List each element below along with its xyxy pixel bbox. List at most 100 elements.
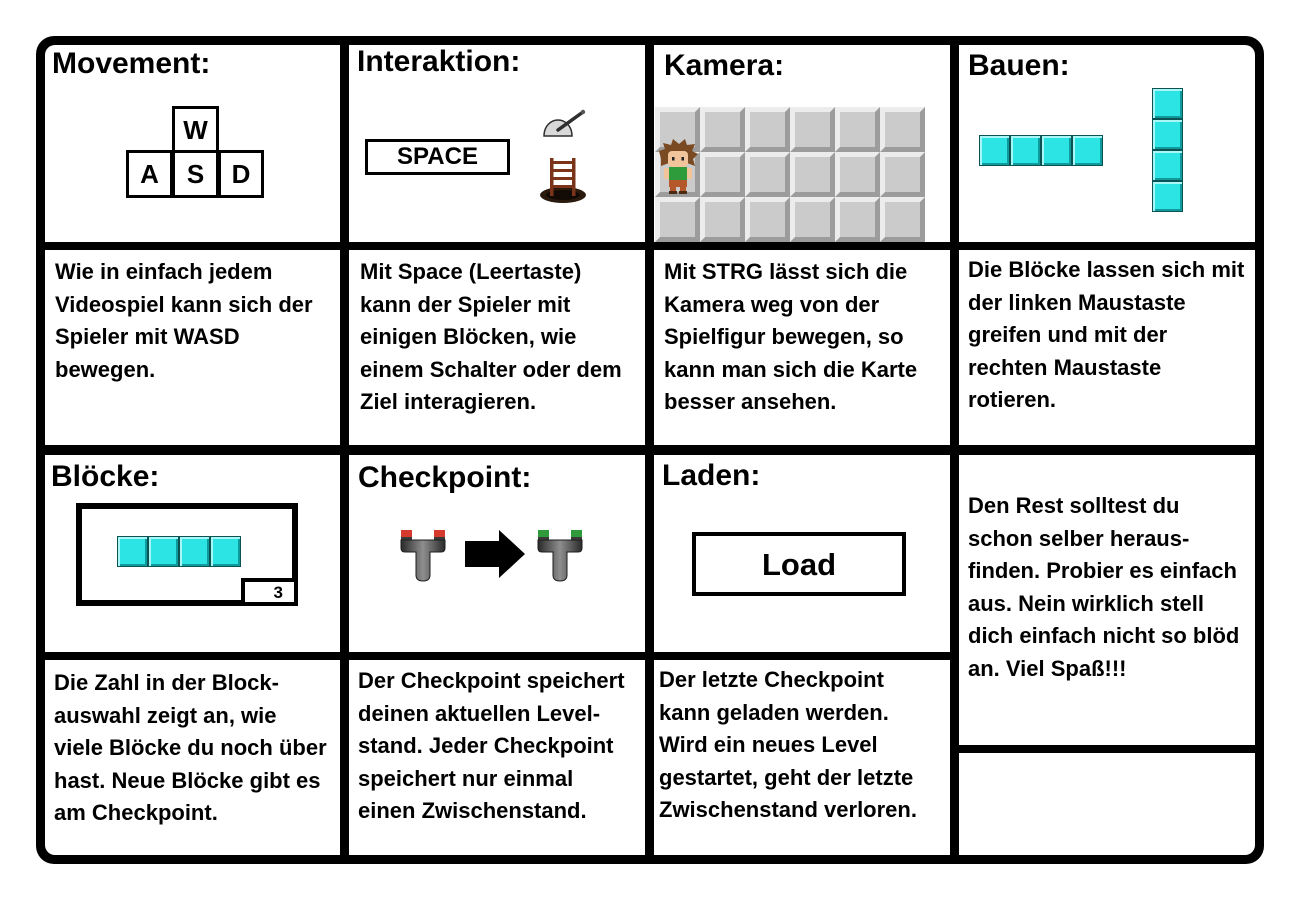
interaction-title: Interaktion: bbox=[357, 45, 521, 78]
vertical-block-piece-icon bbox=[1152, 88, 1183, 212]
description-line: kann man sich die Karte bbox=[664, 356, 918, 382]
description-line: deinen aktuellen Level- bbox=[358, 700, 601, 726]
load-description: Der letzte Checkpoint kann geladen werde… bbox=[659, 664, 917, 827]
load-title: Laden: bbox=[662, 459, 761, 492]
block-icon bbox=[979, 135, 1010, 166]
description-line: Spielfigur bewegen, so bbox=[664, 324, 904, 349]
description-line: gestartet, geht der letzte bbox=[659, 764, 914, 790]
rest-text-cell: Den Rest solltest du schon selber heraus… bbox=[959, 455, 1255, 745]
description-line: aus. Nein wirklich stell bbox=[968, 590, 1204, 616]
selected-block-piece-icon bbox=[117, 536, 241, 567]
blocks-illustration-cell: Blöcke: 3 bbox=[45, 455, 340, 652]
description-line: auswahl zeigt an, wie bbox=[54, 702, 277, 728]
floor-tile-icon bbox=[790, 107, 835, 152]
camera-illustration-cell: Kamera: bbox=[654, 45, 950, 242]
block-icon bbox=[210, 536, 241, 567]
description-line: rechten Maustaste bbox=[968, 354, 1162, 380]
player-character-icon bbox=[659, 139, 698, 194]
checkpoint-inactive-icon bbox=[400, 530, 446, 582]
key-a: A bbox=[126, 150, 173, 198]
description-line: greifen und mit der bbox=[968, 322, 1168, 347]
description-line: Wird ein neues Level bbox=[659, 732, 878, 757]
building-illustration-cell: Bauen: bbox=[959, 45, 1255, 242]
floor-tile-icon bbox=[880, 152, 925, 197]
description-line: rotieren. bbox=[968, 387, 1057, 412]
floor-tile-icon bbox=[835, 107, 880, 152]
description-line: speichert nur einmal bbox=[358, 765, 574, 791]
interaction-description-cell: Mit Space (Leertaste) kann der Spieler m… bbox=[349, 250, 645, 445]
arrow-right-icon bbox=[465, 530, 525, 578]
checkpoint-description: Der Checkpoint speichert deinen aktuelle… bbox=[358, 665, 625, 828]
description-line: dich einfach nicht so blöd bbox=[968, 623, 1240, 648]
description-line: der linken Maustaste bbox=[968, 289, 1186, 315]
blocks-title: Blöcke: bbox=[51, 460, 160, 493]
load-illustration-cell: Laden: Load bbox=[654, 455, 950, 652]
description-line: Die Zahl in der Block- bbox=[54, 670, 279, 695]
blocks-description-cell: Die Zahl in der Block- auswahl zeigt an,… bbox=[45, 660, 340, 855]
description-line: an. Viel Spaß!!! bbox=[968, 655, 1127, 681]
floor-tile-icon bbox=[880, 107, 925, 152]
description-line: Kamera weg von der bbox=[664, 291, 880, 317]
floor-tile-icon bbox=[835, 152, 880, 197]
checkpoint-illustration-cell: Checkpoint: bbox=[349, 455, 645, 652]
checkpoint-description-cell: Der Checkpoint speichert deinen aktuelle… bbox=[349, 660, 645, 855]
key-w: W bbox=[172, 106, 219, 153]
blocks-description: Die Zahl in der Block- auswahl zeigt an,… bbox=[54, 667, 327, 830]
movement-description-cell: Wie in einfach jedem Videospiel kann sic… bbox=[45, 250, 340, 445]
description-line: Videospiel kann sich der bbox=[55, 291, 313, 317]
checkpoint-active-icon bbox=[537, 530, 583, 582]
floor-tile-icon bbox=[835, 197, 880, 242]
floor-tile-icon bbox=[745, 152, 790, 197]
building-title: Bauen: bbox=[968, 49, 1070, 82]
description-line: finden. Probier es einfach bbox=[968, 558, 1237, 583]
lever-icon bbox=[543, 109, 586, 137]
block-icon bbox=[1152, 181, 1183, 212]
description-line: Zwischenstand verloren. bbox=[659, 797, 917, 822]
floor-tile-icon bbox=[655, 197, 700, 242]
movement-title: Movement: bbox=[52, 47, 211, 80]
floor-tile-icon bbox=[700, 107, 745, 152]
horizontal-block-piece-icon bbox=[979, 135, 1103, 166]
load-button-illustration: Load bbox=[692, 532, 906, 596]
description-line: stand. Jeder Checkpoint bbox=[358, 733, 614, 758]
block-count-badge: 3 bbox=[241, 578, 298, 606]
building-description-cell: Die Blöcke lassen sich mit der linken Ma… bbox=[959, 250, 1255, 445]
key-space: SPACE bbox=[365, 139, 510, 175]
key-d: D bbox=[218, 150, 264, 198]
movement-illustration-cell: Movement: W A S D bbox=[45, 45, 340, 242]
description-line: Mit STRG lässt sich die bbox=[664, 259, 908, 284]
key-s: S bbox=[172, 150, 219, 198]
block-icon bbox=[1072, 135, 1103, 166]
block-icon bbox=[179, 536, 210, 567]
movement-description: Wie in einfach jedem Videospiel kann sic… bbox=[55, 256, 313, 386]
description-line: Spieler mit WASD bbox=[55, 324, 240, 349]
interaction-illustration-cell: Interaktion: SPACE bbox=[349, 45, 645, 242]
description-line: am Checkpoint. bbox=[54, 800, 218, 825]
description-line: kann geladen werden. bbox=[659, 699, 889, 725]
description-line: Den Rest solltest du bbox=[968, 493, 1180, 518]
camera-title: Kamera: bbox=[664, 49, 785, 82]
description-line: Die Blöcke lassen sich mit bbox=[968, 257, 1245, 282]
description-line: Mit Space (Leertaste) bbox=[360, 259, 582, 284]
floor-tile-icon bbox=[880, 197, 925, 242]
description-line: einem Schalter oder dem bbox=[360, 356, 622, 382]
description-line: Der letzte Checkpoint bbox=[659, 667, 884, 692]
building-description: Die Blöcke lassen sich mit der linken Ma… bbox=[968, 254, 1244, 417]
camera-description-cell: Mit STRG lässt sich die Kamera weg von d… bbox=[654, 250, 950, 445]
rest-description: Den Rest solltest du schon selber heraus… bbox=[968, 490, 1239, 685]
block-icon bbox=[117, 536, 148, 567]
block-icon bbox=[1152, 119, 1183, 150]
floor-tile-icon bbox=[790, 197, 835, 242]
description-line: einigen Blöcken, wie bbox=[360, 324, 577, 349]
floor-tile-icon bbox=[700, 152, 745, 197]
block-icon bbox=[1152, 88, 1183, 119]
floor-tile-icon bbox=[745, 197, 790, 242]
description-line: schon selber heraus- bbox=[968, 525, 1190, 551]
block-icon bbox=[148, 536, 179, 567]
checkpoint-title: Checkpoint: bbox=[358, 461, 532, 494]
description-line: einen Zwischenstand. bbox=[358, 798, 587, 823]
description-line: viele Blöcke du noch über bbox=[54, 735, 327, 760]
floor-tile-icon bbox=[700, 197, 745, 242]
description-line: kann der Spieler mit bbox=[360, 291, 571, 317]
block-icon bbox=[1041, 135, 1072, 166]
